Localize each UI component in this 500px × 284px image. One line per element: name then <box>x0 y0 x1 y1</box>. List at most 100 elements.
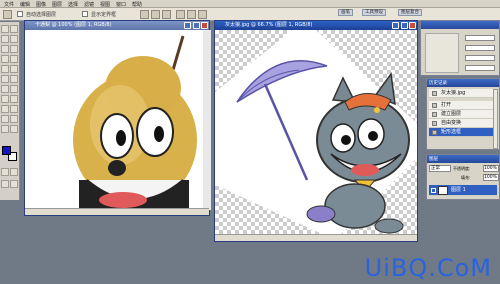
history-item-label: 建立图层 <box>441 111 462 117</box>
blend-mode-select[interactable]: 正常 <box>429 165 451 172</box>
menu-item[interactable]: 编辑 <box>20 1 30 8</box>
layers-title: 图层 <box>429 157 438 162</box>
value-field[interactable] <box>465 65 495 71</box>
dodge-tool-icon[interactable] <box>10 85 18 93</box>
magic-wand-tool-icon[interactable] <box>10 35 18 43</box>
move-tool-icon[interactable] <box>3 10 12 19</box>
lasso-tool-icon[interactable] <box>1 35 9 43</box>
fill-label: 填充: <box>461 175 471 180</box>
history-item[interactable]: 打开 <box>429 101 493 110</box>
menu-item[interactable]: 视图 <box>100 1 110 8</box>
status-bar <box>215 234 417 241</box>
brush-tool-icon[interactable] <box>10 55 18 63</box>
type-tool-icon[interactable] <box>10 95 18 103</box>
align-left-icon[interactable] <box>176 10 185 19</box>
align-bottom-icon[interactable] <box>162 10 171 19</box>
screen-mode-icon[interactable] <box>1 180 9 188</box>
document-title: 卡通梨 @ 100% (图层 1, RGB/8) <box>35 22 112 28</box>
tab-tool-presets[interactable]: 工具预设 <box>362 9 386 16</box>
document-icon <box>432 103 437 108</box>
stamp-tool-icon[interactable] <box>1 65 9 73</box>
history-item-label: 自由变换 <box>441 120 462 126</box>
shape-tool-icon[interactable] <box>10 105 18 113</box>
history-item-selected[interactable]: 矩形选框 <box>429 128 493 137</box>
zoom-tool-icon[interactable] <box>10 125 18 133</box>
eraser-tool-icon[interactable] <box>1 75 9 83</box>
history-title: 历史记录 <box>429 81 447 86</box>
fill-field[interactable]: 100% <box>483 174 499 181</box>
menu-item[interactable]: 帮助 <box>132 1 142 8</box>
history-snapshot[interactable]: 灰太狼.jpg <box>429 89 493 98</box>
move-tool-icon[interactable] <box>1 25 9 33</box>
history-item[interactable]: 建立图层 <box>429 110 493 119</box>
toolbox <box>0 22 20 200</box>
history-item-label: 打开 <box>441 102 452 108</box>
minimize-button[interactable] <box>184 22 191 29</box>
history-item-label: 矩形选框 <box>441 129 462 135</box>
panel-title-bar[interactable] <box>421 21 499 29</box>
path-selection-icon[interactable] <box>1 95 9 103</box>
layer-name: 图层 1 <box>451 187 466 193</box>
tab-layer-comps[interactable]: 图层复合 <box>398 9 422 16</box>
standard-mode-icon[interactable] <box>1 168 9 176</box>
history-brush-icon[interactable] <box>10 65 18 73</box>
blur-tool-icon[interactable] <box>1 85 9 93</box>
align-top-icon[interactable] <box>140 10 149 19</box>
quick-mask-icon[interactable] <box>10 168 18 176</box>
opacity-field[interactable]: 100% <box>483 165 499 172</box>
layer-icon <box>432 112 437 117</box>
watermark-logo: UiBQ.CoM <box>364 254 492 282</box>
value-field[interactable] <box>465 35 495 41</box>
menu-item[interactable]: 窗口 <box>116 1 126 8</box>
close-button[interactable] <box>409 22 416 29</box>
foreground-color-swatch[interactable] <box>2 146 11 155</box>
document-window-wolf[interactable]: 灰太狼.jpg @ 66.7% (图层 1, RGB/8) <box>214 20 418 242</box>
eyedropper-tool-icon[interactable] <box>10 115 18 123</box>
notes-tool-icon[interactable] <box>1 115 9 123</box>
layer-row[interactable]: 图层 1 <box>429 185 497 196</box>
menu-item[interactable]: 滤镜 <box>84 1 94 8</box>
menu-item[interactable]: 选择 <box>68 1 78 8</box>
value-field[interactable] <box>465 55 495 61</box>
auto-select-checkbox[interactable] <box>17 11 23 17</box>
opacity-label: 不透明度: <box>453 166 471 171</box>
snapshot-label: 灰太狼.jpg <box>441 90 466 96</box>
menu-item[interactable]: 图层 <box>52 1 62 8</box>
screen-mode-full-icon[interactable] <box>10 180 18 188</box>
value-field[interactable] <box>465 45 495 51</box>
palette-well: 画笔 工具预设 图层复合 <box>332 8 500 17</box>
close-button[interactable] <box>201 22 208 29</box>
gradient-tool-icon[interactable] <box>10 75 18 83</box>
layers-panel: 图层 正常 不透明度: 100% 填充: 100% 图层 1 <box>426 154 500 200</box>
align-center-icon[interactable] <box>187 10 196 19</box>
wolf-artwork <box>215 30 417 236</box>
crop-tool-icon[interactable] <box>1 45 9 53</box>
layer-thumbnail <box>438 186 448 195</box>
panel-title-bar[interactable]: 历史记录 <box>427 79 499 87</box>
pen-tool-icon[interactable] <box>1 105 9 113</box>
tab-brushes[interactable]: 画笔 <box>338 9 353 16</box>
document-window-pear[interactable]: 卡通梨 @ 100% (图层 1, RGB/8) <box>24 20 211 216</box>
slice-tool-icon[interactable] <box>10 45 18 53</box>
align-middle-icon[interactable] <box>151 10 160 19</box>
bounding-box-label: 显示定界框 <box>91 12 117 18</box>
visibility-eye-icon[interactable] <box>431 188 436 193</box>
maximize-button[interactable] <box>193 22 200 29</box>
menu-item[interactable]: 文件 <box>4 1 14 8</box>
bounding-box-checkbox[interactable] <box>82 11 88 17</box>
history-scrollbar[interactable] <box>493 89 498 149</box>
history-item[interactable]: 自由变换 <box>429 119 493 128</box>
maximize-button[interactable] <box>401 22 408 29</box>
align-right-icon[interactable] <box>198 10 207 19</box>
healing-brush-icon[interactable] <box>1 55 9 63</box>
snapshot-icon <box>432 91 437 96</box>
hand-tool-icon[interactable] <box>1 125 9 133</box>
menu-item[interactable]: 图像 <box>36 1 46 8</box>
marquee-icon <box>432 130 437 135</box>
panel-title-bar[interactable]: 图层 <box>427 155 499 163</box>
document-title-bar[interactable]: 卡通梨 @ 100% (图层 1, RGB/8) <box>25 21 209 30</box>
document-title-bar[interactable]: 灰太狼.jpg @ 66.7% (图层 1, RGB/8) <box>215 21 417 30</box>
minimize-button[interactable] <box>392 22 399 29</box>
menu-bar: 文件 编辑 图像 图层 选择 滤镜 视图 窗口 帮助 <box>0 0 500 8</box>
marquee-tool-icon[interactable] <box>10 25 18 33</box>
